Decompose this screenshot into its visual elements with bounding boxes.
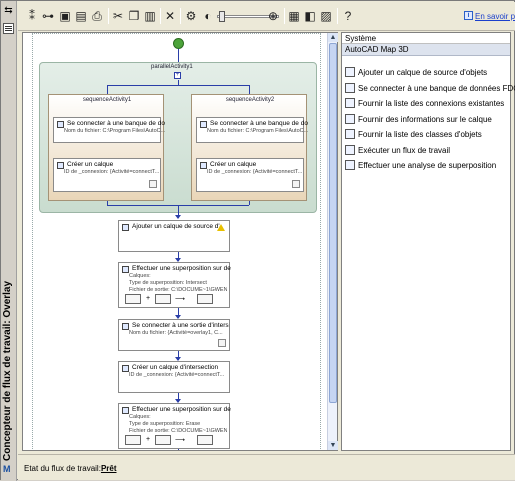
create-intersection-layer-activity[interactable]: Créer un calque d'intersection ID de _co… [118, 361, 230, 393]
layer-info-icon [345, 114, 355, 124]
toolbox-item-list-connections[interactable]: Fournir la liste des connexions existant… [345, 97, 509, 111]
print-icon[interactable]: ⎙ [90, 9, 104, 23]
overlay-icon [122, 266, 129, 273]
sequence-activity-1[interactable]: sequenceActivity1 Se connecter à une ban… [48, 94, 165, 201]
zoom-icon[interactable]: ⊕ [266, 9, 280, 23]
list-connections-icon [345, 98, 355, 108]
add-layer-icon [345, 67, 355, 77]
autohide-pin-icon[interactable]: ⇆ [3, 5, 14, 16]
save-icon[interactable]: ▣ [58, 9, 72, 23]
layer-icon [122, 365, 129, 372]
canvas-vertical-scrollbar[interactable]: ▲ ▼ [327, 33, 338, 450]
new-workflow-icon[interactable]: ⁑ [25, 9, 39, 23]
run-workflow-icon [345, 145, 355, 155]
add-layer-activity[interactable]: Ajouter un calque de source d'obj [118, 220, 230, 252]
toolbar: ⁑ ⊶ ▣ ▤ ⎙ ✂ ❐ ▥ ✕ ⚙ ◐ ⊕ ▦ ◧ ▨ ? i En sav… [18, 2, 515, 31]
run-icon[interactable]: ⚙ [184, 9, 198, 23]
workflow-canvas-panel: parallelActivity1 + sequenceActivity1 Se… [22, 32, 338, 451]
grid-icon[interactable]: ▦ [287, 9, 301, 23]
create-layer-activity[interactable]: Créer un calque ID de _connexion: {Activ… [53, 158, 161, 192]
toolbox-item-layer-info[interactable]: Fournir des informations sur le calque [345, 113, 509, 127]
toolbox-item-add-layer[interactable]: Ajouter un calque de source d'objets [345, 66, 509, 80]
edit-icon[interactable] [292, 180, 300, 188]
cut-icon[interactable]: ✂ [111, 9, 125, 23]
connect-output-activity[interactable]: Se connecter à une sortie d'inters Nom d… [118, 319, 230, 351]
result-layer-icon [197, 435, 213, 445]
window-title: Concepteur de flux de travail: Overlay [2, 280, 13, 461]
feature-classes-icon [345, 129, 355, 139]
overlay-icon [122, 407, 129, 414]
connect-datastore-activity[interactable]: Se connecter à une banque de do Nom du f… [53, 117, 165, 143]
add-layer-icon [122, 224, 129, 231]
toolbox-item-overlay-analysis[interactable]: Effectuer une analyse de superposition [345, 159, 509, 173]
source-layer-icon [125, 435, 141, 445]
autocad-map-logo-icon: M [3, 464, 11, 474]
warning-icon[interactable] [217, 224, 225, 231]
save-as-icon[interactable]: ▤ [74, 9, 88, 23]
connect-icon [200, 121, 207, 128]
toolbox-item-feature-classes[interactable]: Fournir la liste des classes d'objets [345, 128, 509, 142]
toolbox-item-connect-fdo[interactable]: Se connecter à une banque de données FDO [345, 82, 515, 96]
properties-icon[interactable]: ▨ [319, 9, 333, 23]
edit-icon[interactable] [218, 339, 226, 347]
overlay-analysis-activity[interactable]: Effectuer une superposition sur de Calqu… [118, 262, 231, 308]
workflow-designer-window: ⇆ Concepteur de flux de travail: Overlay… [0, 0, 515, 481]
layout-icon[interactable]: ◧ [303, 9, 317, 23]
layer-icon [57, 162, 64, 169]
connect-fdo-icon [345, 83, 355, 93]
layer-icon [200, 162, 207, 169]
add-branch-icon[interactable]: + [174, 72, 181, 79]
scroll-up-icon[interactable]: ▲ [328, 33, 338, 42]
overlay-analysis-icon [345, 160, 355, 170]
zoom-slider-thumb[interactable] [219, 11, 225, 22]
properties-icon[interactable] [3, 23, 14, 34]
delete-icon[interactable]: ✕ [163, 9, 177, 23]
edit-icon[interactable] [149, 180, 157, 188]
learn-more-link[interactable]: En savoir plus [475, 12, 515, 21]
parallel-activity-title: parallelActivity1 [151, 64, 193, 70]
zoom-out-icon[interactable]: ◐ [201, 9, 215, 23]
connect-icon [57, 121, 64, 128]
scroll-down-icon[interactable]: ▼ [328, 441, 338, 450]
connect-datastore-activity[interactable]: Se connecter à une banque de do Nom du f… [196, 117, 308, 143]
info-icon: i [464, 11, 473, 20]
sequence-activity-1-title: sequenceActivity1 [82, 97, 132, 103]
sequence-activity-2-title: sequenceActivity2 [225, 97, 275, 103]
create-layer-activity[interactable]: Créer un calque ID de _connexion: {Activ… [196, 158, 304, 192]
palette-title-bar: ⇆ Concepteur de flux de travail: Overlay… [1, 1, 17, 481]
paste-icon[interactable]: ▥ [143, 9, 157, 23]
workflow-canvas[interactable]: parallelActivity1 + sequenceActivity1 Se… [23, 33, 328, 450]
overlay-layer-icon [155, 435, 171, 445]
start-node-icon[interactable] [173, 38, 184, 49]
toolbox-header: Système [342, 33, 510, 44]
source-layer-icon [125, 294, 141, 304]
overlay-layer-icon [155, 294, 171, 304]
sequence-activity-2[interactable]: sequenceActivity2 Se connecter à une ban… [191, 94, 308, 201]
toolbox-item-run-workflow[interactable]: Exécuter un flux de travail [345, 144, 509, 158]
activity-toolbox: Système AutoCAD Map 3D Ajouter un calque… [341, 32, 515, 451]
tree-icon[interactable]: ⊶ [41, 9, 55, 23]
status-bar: Etat du flux de travail:Prêt [18, 454, 515, 480]
toolbox-group[interactable]: AutoCAD Map 3D [342, 44, 510, 56]
help-icon[interactable]: ? [341, 9, 355, 23]
result-layer-icon [197, 294, 213, 304]
status-value[interactable]: Prêt [101, 464, 117, 473]
connect-icon [122, 323, 129, 330]
overlay-analysis-activity[interactable]: Effectuer une superposition sur de Calqu… [118, 403, 231, 449]
status-label: Etat du flux de travail: [24, 464, 101, 473]
copy-icon[interactable]: ❐ [127, 9, 141, 23]
scrollbar-thumb[interactable] [329, 43, 337, 403]
